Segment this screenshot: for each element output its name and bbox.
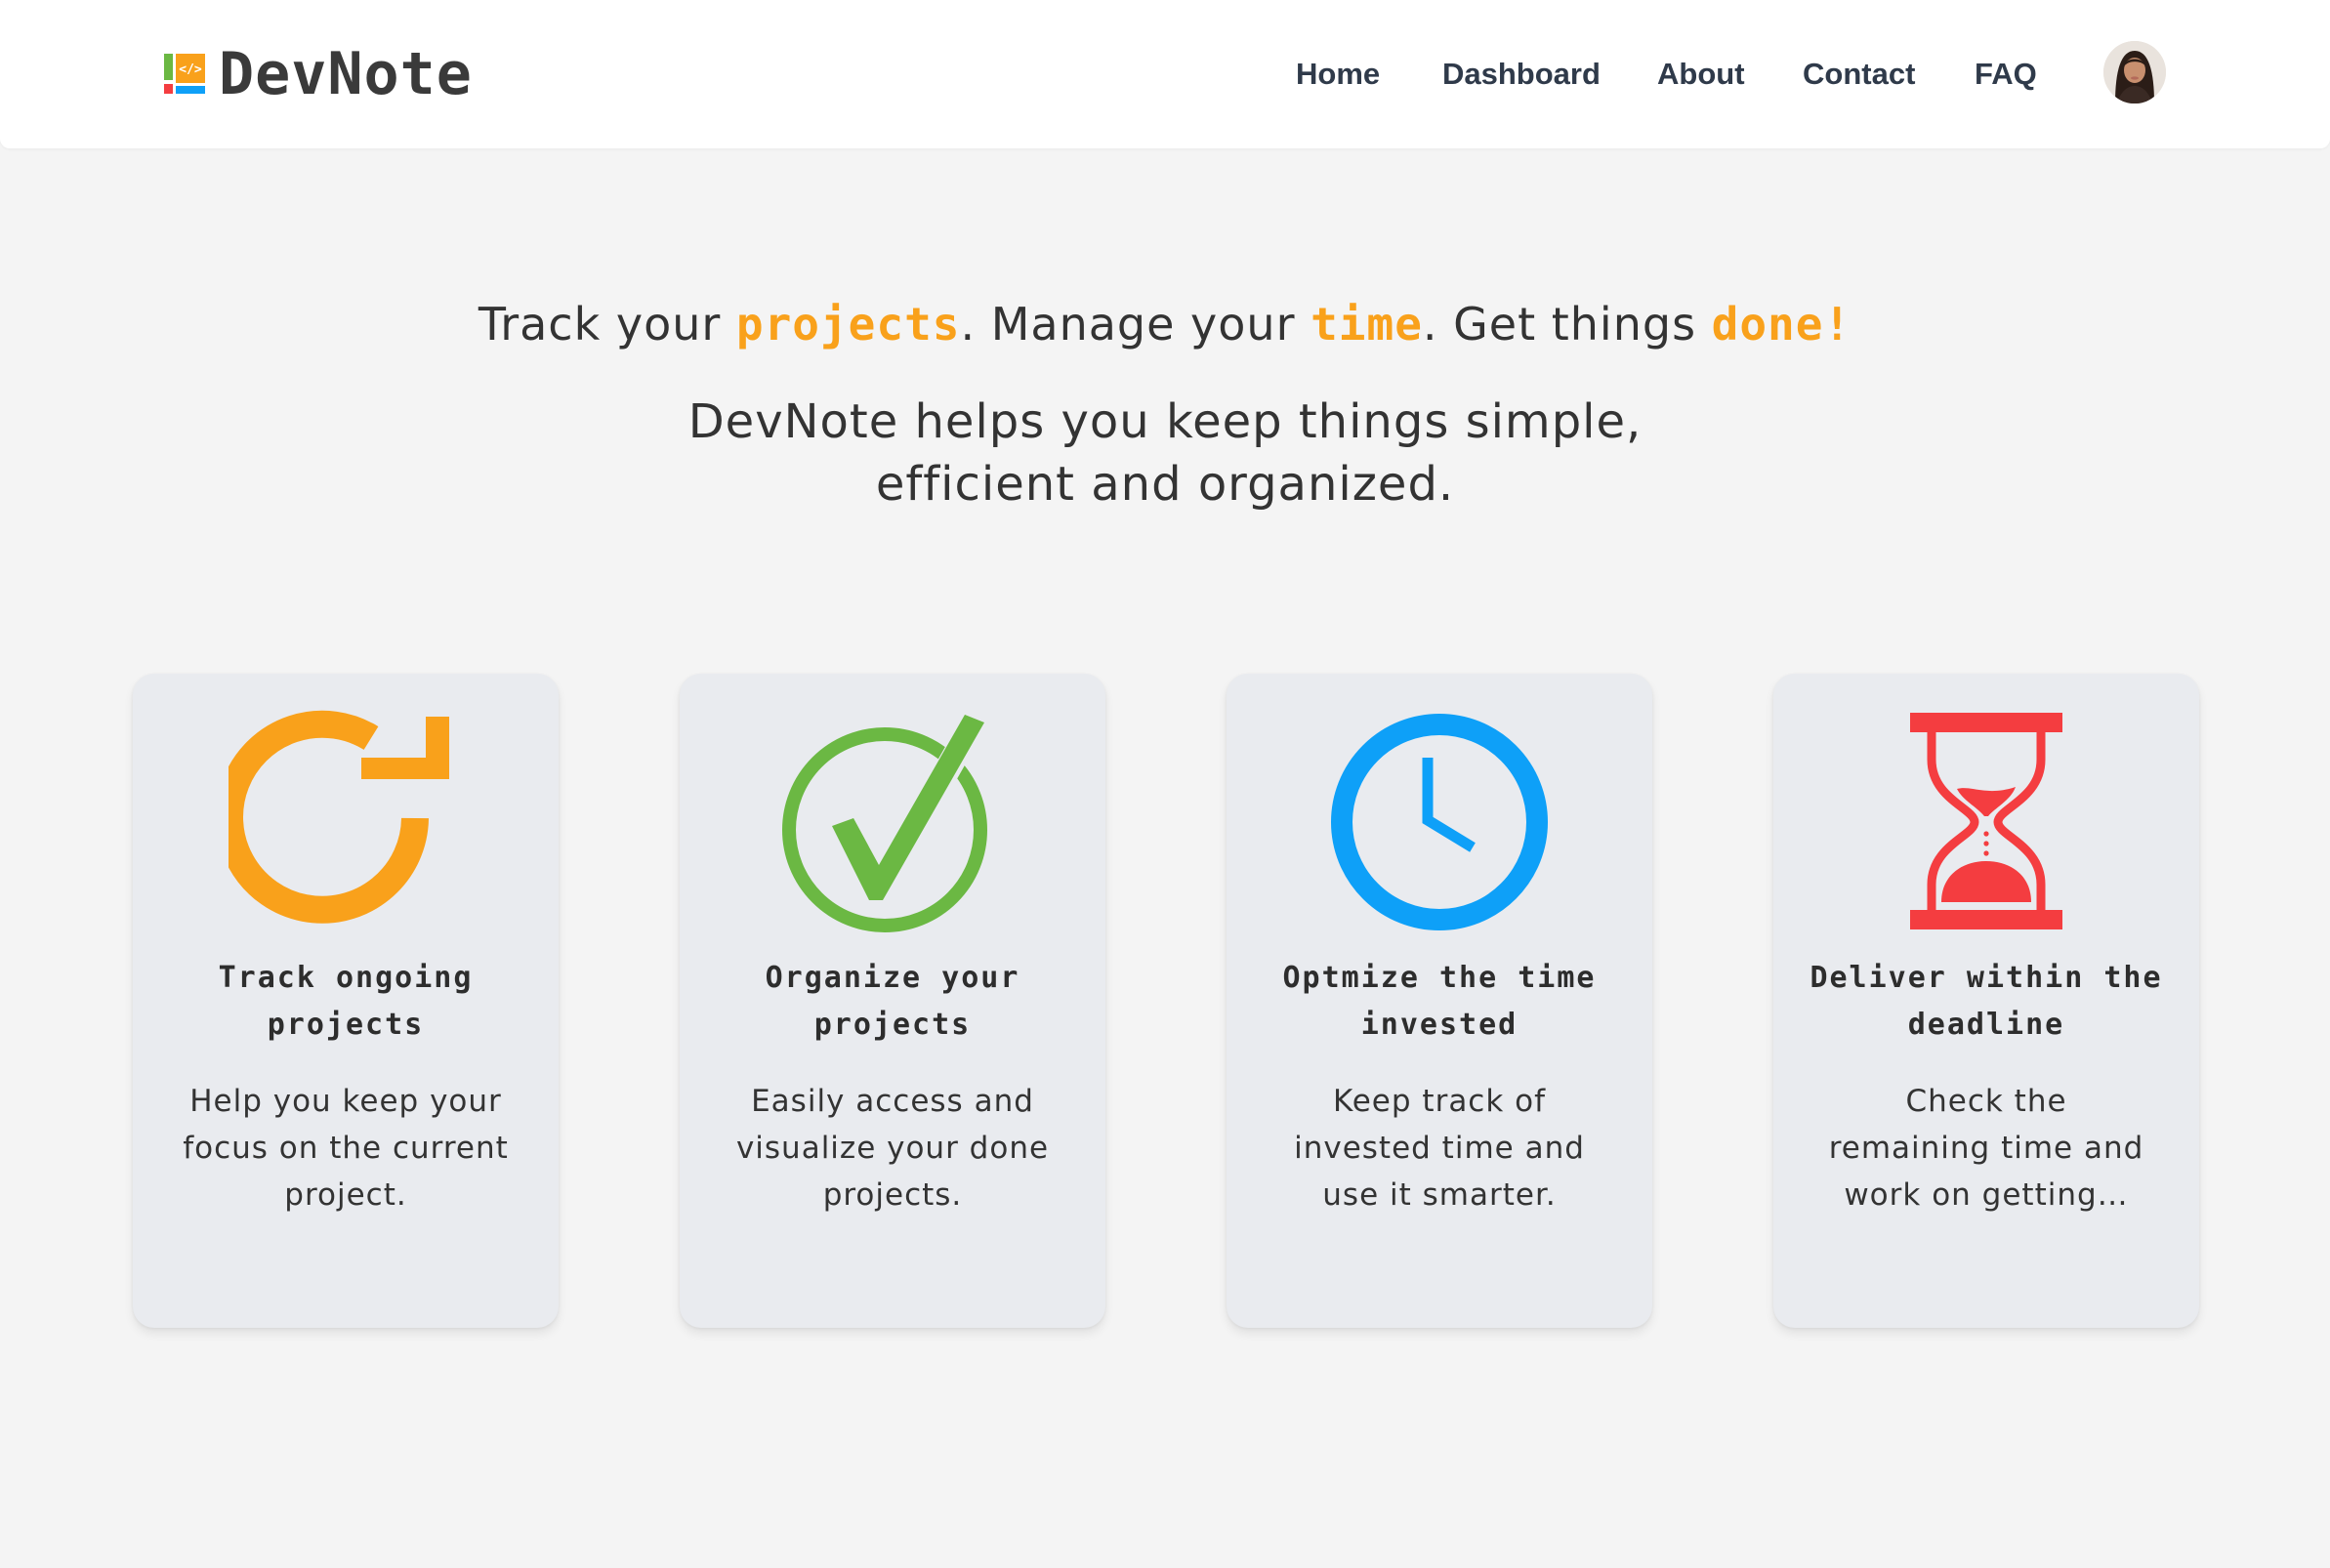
hero-subtitle: DevNote helps you keep things simple, ef… — [0, 391, 2330, 516]
feature-card-deliver[interactable]: Deliver within the deadline Check the re… — [1773, 674, 2199, 1328]
feature-title-line: projects — [813, 1008, 972, 1042]
tagline-text: . Get things — [1422, 298, 1712, 351]
nav-dashboard[interactable]: Dashboard — [1442, 51, 1601, 98]
svg-text:</>: </> — [179, 62, 202, 77]
feature-desc-line: focus on the current — [183, 1131, 509, 1166]
feature-card-track[interactable]: Track ongoing projects Help you keep you… — [133, 674, 559, 1328]
top-navbar: </> DevNote Home Dashboard About Contact… — [0, 0, 2330, 148]
avatar-image — [2103, 41, 2166, 103]
hero-tagline: Track your projects. Manage your time. G… — [0, 293, 2330, 355]
feature-title: Track ongoing projects — [152, 955, 539, 1049]
nav-about[interactable]: About — [1657, 51, 1745, 98]
feature-card-optimize[interactable]: Optmize the time invested Keep track of … — [1227, 674, 1652, 1328]
nav-faq[interactable]: FAQ — [1975, 51, 2037, 98]
feature-description: Help you keep your focus on the current … — [172, 1078, 520, 1218]
feature-desc-line: Check the — [1905, 1084, 2067, 1119]
tagline-highlight-projects: projects — [735, 298, 961, 351]
feature-title-line: invested — [1360, 1008, 1519, 1042]
tagline-highlight-done: done! — [1711, 298, 1852, 351]
subtitle-line: DevNote helps you keep things simple, — [687, 394, 1643, 449]
feature-title: Optmize the time invested — [1246, 955, 1633, 1049]
feature-desc-line: work on getting… — [1844, 1177, 2129, 1213]
feature-title-line: Track ongoing — [218, 961, 474, 995]
logo[interactable]: </> DevNote — [164, 43, 473, 105]
tagline-highlight-time: time — [1311, 298, 1423, 351]
feature-desc-line: invested time and — [1294, 1131, 1585, 1166]
feature-description: Easily access and visualize your done pr… — [719, 1078, 1066, 1218]
feature-desc-line: project. — [284, 1177, 407, 1213]
feature-title-line: Optmize the time — [1282, 961, 1597, 995]
feature-title: Organize your projects — [699, 955, 1086, 1049]
nav-home[interactable]: Home — [1296, 51, 1380, 98]
subtitle-line: efficient and organized. — [875, 457, 1455, 512]
feature-title-line: Deliver within the — [1810, 961, 2163, 995]
feature-desc-line: Help you keep your — [189, 1084, 502, 1119]
feature-description: Keep track of invested time and use it s… — [1266, 1078, 1613, 1218]
feature-desc-line: use it smarter. — [1322, 1177, 1557, 1213]
feature-description: Check the remaining time and work on get… — [1812, 1078, 2160, 1218]
clock-icon — [1331, 714, 1548, 930]
logo-text: DevNote — [219, 40, 473, 108]
logo-icon: </> — [164, 54, 205, 94]
nav-contact[interactable]: Contact — [1803, 51, 1915, 98]
feature-card-organize[interactable]: Organize your projects Easily access and… — [680, 674, 1105, 1328]
feature-title-line: Organize your — [765, 961, 1020, 995]
check-circle-icon — [782, 709, 990, 932]
hourglass-icon — [1910, 713, 2062, 929]
tagline-text: . Manage your — [960, 298, 1311, 351]
feature-title-line: projects — [267, 1008, 425, 1042]
feature-desc-line: Keep track of — [1332, 1084, 1547, 1119]
feature-desc-line: projects. — [822, 1177, 963, 1213]
avatar[interactable] — [2103, 41, 2166, 103]
refresh-icon — [229, 710, 449, 924]
feature-title-line: deadline — [1907, 1008, 2065, 1042]
feature-title: Deliver within the deadline — [1793, 955, 2180, 1049]
feature-desc-line: Easily access and — [751, 1084, 1034, 1119]
feature-desc-line: remaining time and — [1828, 1131, 2144, 1166]
feature-desc-line: visualize your done — [735, 1131, 1050, 1166]
tagline-text: Track your — [478, 298, 736, 351]
